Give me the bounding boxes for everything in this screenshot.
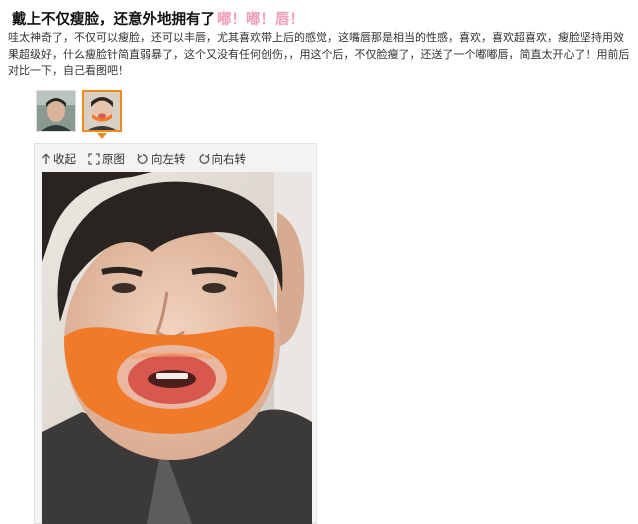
collapse-button[interactable]: 收起 <box>41 151 76 167</box>
viewer-toolbar: 收起 原图 向左转 向右转 <box>41 150 246 168</box>
rotate-right-icon <box>198 153 210 164</box>
expand-icon <box>88 153 100 165</box>
thumbnail-after[interactable] <box>82 90 122 132</box>
thumbnail-before[interactable] <box>36 90 76 132</box>
rotate-left-label: 向左转 <box>151 152 186 166</box>
collapse-label: 收起 <box>53 152 76 166</box>
rotate-right-button[interactable]: 向右转 <box>198 151 247 167</box>
post-title: 戴上不仅瘦脸，还意外地拥有了 嘟！嘟！唇！ <box>12 8 632 29</box>
rotate-left-button[interactable]: 向左转 <box>137 151 186 167</box>
photo-thumbnail-before-icon <box>37 91 75 131</box>
original-image-label: 原图 <box>102 152 125 166</box>
face-mask-photo-icon <box>42 172 312 524</box>
photo-thumbnail-after-icon <box>84 92 120 130</box>
selected-thumbnail-pointer <box>97 133 107 139</box>
photo-viewer: 收起 原图 向左转 向右转 <box>34 143 317 524</box>
rotate-left-icon <box>137 153 148 164</box>
rotate-right-label: 向右转 <box>211 152 247 166</box>
original-image-button[interactable]: 原图 <box>88 151 125 167</box>
arrow-up-icon <box>42 153 50 164</box>
post-title-highlight: 嘟！嘟！唇！ <box>217 12 304 28</box>
main-photo <box>42 172 312 524</box>
post-title-main: 戴上不仅瘦脸，还意外地拥有了 <box>12 12 215 28</box>
post-body: 哇太神奇了，不仅可以瘦脸，还可以丰唇，尤其喜欢带上后的感觉，这嘴唇那是相当的性感… <box>8 31 630 77</box>
